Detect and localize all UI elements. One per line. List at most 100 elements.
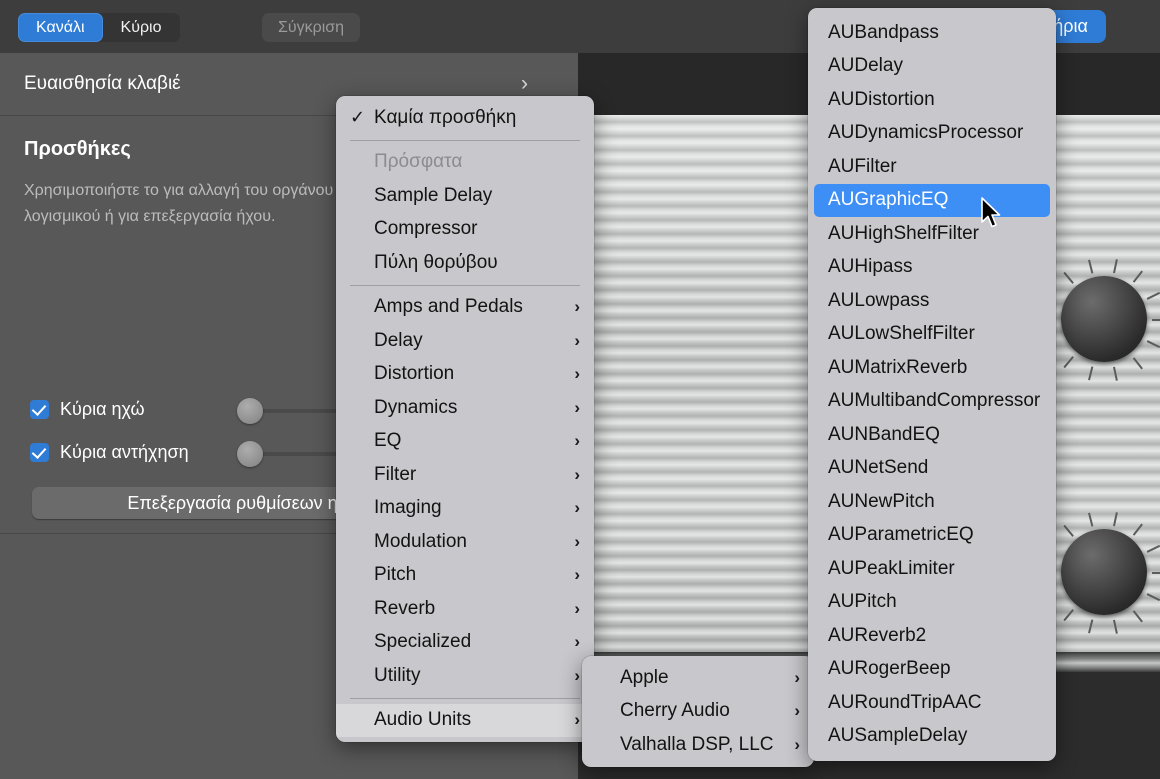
menu-item-audio-unit[interactable]: AUDistortion (808, 83, 1056, 117)
menu-item-audio-unit[interactable]: AUHighShelfFilter (808, 217, 1056, 251)
checkbox-echo[interactable] (30, 400, 49, 419)
vendor-submenu[interactable]: Apple › Cherry Audio › Valhalla DSP, LLC › (582, 656, 814, 767)
menu-item-label: AUHighShelfFilter (828, 222, 979, 244)
tab-segmented-control: Κανάλι Κύριο (18, 13, 180, 42)
menu-item-category[interactable]: EQ › (336, 425, 594, 459)
menu-item-audio-unit[interactable]: AUNewPitch (808, 485, 1056, 519)
plugin-knob-lower[interactable] (1061, 529, 1147, 615)
checkbox-reverb[interactable] (30, 443, 49, 462)
checkbox-row-echo[interactable]: Κύρια ηχώ (30, 399, 145, 420)
menu-item-audio-unit[interactable]: AUBandpass (808, 16, 1056, 50)
menu-item-audio-unit[interactable]: AURoundTripAAC (808, 686, 1056, 720)
knob-tick (1088, 619, 1094, 634)
knob-tick (1132, 523, 1143, 536)
menu-item-label: AUDistortion (828, 88, 935, 110)
menu-item-category[interactable]: Reverb › (336, 592, 594, 626)
menu-header-recent: Πρόσφατα (374, 151, 463, 173)
menu-item-recent[interactable]: Sample Delay (336, 179, 594, 213)
menu-item-label: AUNBandEQ (828, 423, 940, 445)
menu-item-label: AURoundTripAAC (828, 691, 982, 713)
tab-channel[interactable]: Κανάλι (18, 13, 103, 42)
menu-item-category[interactable]: Modulation › (336, 525, 594, 559)
checkmark-icon: ✓ (350, 107, 366, 128)
menu-item-audio-unit[interactable]: AUParametricEQ (808, 519, 1056, 553)
knob-tick (1146, 340, 1160, 349)
menu-item-category[interactable]: Filter › (336, 458, 594, 492)
menu-item-category[interactable]: Specialized › (336, 626, 594, 660)
slider-reverb-thumb[interactable] (237, 441, 263, 467)
knob-tick (1113, 366, 1118, 381)
menu-item-label: Πύλη θορύβου (374, 251, 498, 273)
knob-tick (1088, 366, 1094, 381)
menu-item-label: Dynamics (374, 396, 458, 418)
menu-item-category[interactable]: Amps and Pedals › (336, 291, 594, 325)
menu-item-vendor[interactable]: Valhalla DSP, LLC › (582, 728, 814, 762)
menu-item-label: Reverb (374, 597, 436, 619)
menu-item-label: Apple (620, 666, 669, 688)
plugin-selection-menu[interactable]: ✓ Καμία προσθήκη Πρόσφατα Sample Delay Co… (336, 96, 594, 742)
knob-tick (1132, 270, 1143, 283)
knob-tick (1113, 259, 1118, 274)
menu-item-audio-unit[interactable]: AUHipass (808, 251, 1056, 285)
checkbox-row-reverb[interactable]: Κύρια αντήχηση (30, 442, 189, 463)
menu-item-label: Filter (374, 463, 417, 485)
menu-item-label: AUNewPitch (828, 490, 935, 512)
menu-item-label: Audio Units (374, 709, 472, 731)
menu-item-vendor[interactable]: Cherry Audio › (582, 695, 814, 729)
chevron-right-icon: › (574, 531, 580, 551)
menu-item-label: AUNetSend (828, 457, 929, 479)
menu-item-category[interactable]: Pitch › (336, 559, 594, 593)
chevron-right-icon: › (574, 632, 580, 652)
chevron-right-icon: › (574, 297, 580, 317)
menu-item-category[interactable]: Distortion › (336, 358, 594, 392)
menu-item-audio-unit[interactable]: AUReverb2 (808, 619, 1056, 653)
knob-tick (1063, 609, 1074, 622)
menu-item-recent[interactable]: Πύλη θορύβου (336, 246, 594, 280)
knob-tick (1146, 544, 1160, 553)
menu-item-audio-unit[interactable]: AUDelay (808, 50, 1056, 84)
menu-item-vendor[interactable]: Apple › (582, 661, 814, 695)
menu-item-label: AUHipass (828, 256, 913, 278)
menu-item-category[interactable]: Imaging › (336, 492, 594, 526)
menu-item-audio-unit[interactable]: AURogerBeep (808, 653, 1056, 687)
menu-item-audio-unit[interactable]: AUDynamicsProcessor (808, 117, 1056, 151)
audio-units-submenu[interactable]: AUBandpass AUDelay AUDistortion AUDynamicsP… (808, 8, 1056, 761)
menu-item-audio-unit[interactable]: AULowpass (808, 284, 1056, 318)
menu-item-category[interactable]: Delay › (336, 324, 594, 358)
menu-item-audio-unit[interactable]: AUPeakLimiter (808, 552, 1056, 586)
knob-tick (1063, 524, 1074, 537)
menu-item-audio-units[interactable]: Audio Units › (336, 703, 594, 737)
chevron-right-icon: › (794, 734, 800, 754)
audio-units-list: AUBandpass AUDelay AUDistortion AUDynamicsP… (808, 16, 1056, 753)
menu-item-label: AUFilter (828, 155, 897, 177)
menu-item-audio-unit[interactable]: AUPitch (808, 586, 1056, 620)
checkbox-echo-label: Κύρια ηχώ (60, 399, 145, 419)
plugin-knob-upper[interactable] (1061, 276, 1147, 362)
menu-separator (350, 284, 580, 286)
menu-item-audio-unit[interactable]: AUSampleDelay (808, 720, 1056, 754)
menu-item-recent[interactable]: Compressor (336, 213, 594, 247)
knob-tick (1063, 356, 1074, 369)
menu-item-audio-unit[interactable]: AUFilter (808, 150, 1056, 184)
menu-item-audio-unit[interactable]: AUMultibandCompressor (808, 385, 1056, 419)
menu-item-label: AUGraphicEQ (828, 189, 949, 211)
menu-item-audio-unit[interactable]: AUMatrixReverb (808, 351, 1056, 385)
menu-item-label: AUPeakLimiter (828, 557, 955, 579)
sensitivity-label: Ευαισθησία κλαβιέ (24, 73, 181, 94)
menu-item-audio-unit[interactable]: AUNBandEQ (808, 418, 1056, 452)
menu-separator (350, 139, 580, 141)
menu-item-audio-unit[interactable]: AUGraphicEQ (814, 183, 1050, 217)
tab-main[interactable]: Κύριο (103, 13, 180, 42)
menu-item-label: AUBandpass (828, 21, 939, 43)
menu-item-category[interactable]: Utility › (336, 659, 594, 693)
menu-item-no-plugin[interactable]: ✓ Καμία προσθήκη (336, 101, 594, 135)
menu-item-label: Imaging (374, 497, 442, 519)
chevron-right-icon: › (574, 397, 580, 417)
menu-item-audio-unit[interactable]: AUNetSend (808, 452, 1056, 486)
menu-item-category[interactable]: Dynamics › (336, 391, 594, 425)
tab-compare[interactable]: Σύγκριση (262, 13, 361, 42)
menu-item-audio-unit[interactable]: AULowShelfFilter (808, 318, 1056, 352)
menu-item-label: Delay (374, 329, 423, 351)
menu-item-label: Modulation (374, 530, 467, 552)
slider-echo-thumb[interactable] (237, 398, 263, 424)
